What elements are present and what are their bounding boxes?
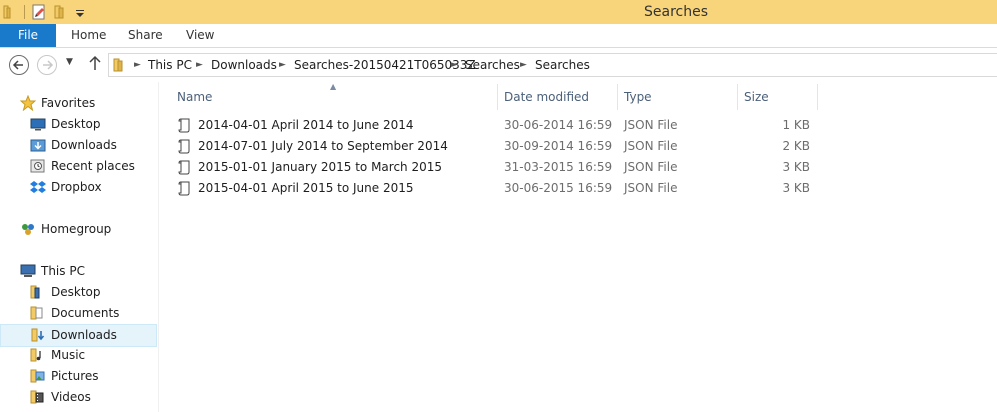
nav-favorites-downloads[interactable]: Downloads	[0, 135, 158, 156]
navigation-bar: ▼ ► This PC ► Downloads ► Searches-20150…	[0, 48, 997, 82]
nav-homegroup[interactable]: Homegroup	[0, 219, 158, 240]
file-row[interactable]: 2015-04-01 April 2015 to June 2015 30-06…	[170, 178, 820, 199]
nav-favorites-dropbox[interactable]: Dropbox	[0, 177, 158, 198]
breadcrumb-chevron-icon[interactable]: ►	[279, 54, 286, 76]
file-row[interactable]: 2014-07-01 July 2014 to September 2014 3…	[170, 136, 820, 157]
nav-favorites-recent-places[interactable]: Recent places	[0, 156, 158, 177]
breadcrumb-searches-current[interactable]: Searches	[535, 54, 590, 76]
tab-home[interactable]: Home	[71, 24, 106, 47]
breadcrumb-chevron-icon[interactable]: ►	[134, 54, 141, 76]
folder-icon	[30, 284, 46, 300]
file-type: JSON File	[624, 160, 678, 174]
nav-this-pc-videos[interactable]: Videos	[0, 387, 158, 408]
tab-file[interactable]: File	[0, 24, 56, 47]
star-icon	[19, 94, 37, 112]
column-date-modified[interactable]: Date modified	[504, 84, 589, 110]
breadcrumb-searches[interactable]: Searches	[465, 54, 520, 76]
videos-folder-icon	[30, 389, 46, 405]
file-date-modified: 30-06-2014 16:59	[504, 118, 613, 132]
nav-this-pc-documents[interactable]: Documents	[0, 303, 158, 324]
json-file-icon	[178, 159, 192, 175]
dropbox-icon	[30, 179, 46, 195]
column-headers: Name Date modified Type Size	[170, 84, 820, 110]
file-size: 3 KB	[782, 160, 810, 174]
column-type[interactable]: Type	[624, 84, 652, 110]
json-file-icon	[178, 180, 192, 196]
nav-favorites-desktop[interactable]: Desktop	[0, 114, 158, 135]
tab-share[interactable]: Share	[128, 24, 163, 47]
file-name: 2015-01-01 January 2015 to March 2015	[198, 160, 443, 174]
downloads-folder-icon	[31, 327, 47, 343]
nav-this-pc-pictures[interactable]: Pictures	[0, 366, 158, 387]
pictures-folder-icon	[30, 368, 46, 384]
title-bar: Searches	[0, 0, 997, 24]
navigation-pane: Favorites Desktop Downloads Recent place…	[0, 82, 159, 412]
tab-view[interactable]: View	[186, 24, 214, 47]
nav-favorites[interactable]: Favorites	[0, 93, 158, 114]
file-size: 2 KB	[782, 139, 810, 153]
nav-this-pc-music[interactable]: Music	[0, 345, 158, 366]
file-size: 3 KB	[782, 181, 810, 195]
file-type: JSON File	[624, 118, 678, 132]
column-size[interactable]: Size	[744, 84, 769, 110]
homegroup-icon	[20, 221, 36, 237]
column-divider[interactable]	[817, 84, 818, 110]
file-name: 2015-04-01 April 2015 to June 2015	[198, 181, 414, 195]
music-folder-icon	[30, 347, 46, 363]
column-divider[interactable]	[497, 84, 498, 110]
file-type: JSON File	[624, 181, 678, 195]
breadcrumb-chevron-icon[interactable]: ►	[451, 54, 458, 76]
downloads-icon	[30, 137, 46, 153]
desktop-icon	[30, 116, 46, 132]
column-divider[interactable]	[737, 84, 738, 110]
computer-icon	[20, 263, 36, 279]
json-file-icon	[178, 138, 192, 154]
breadcrumb-this-pc[interactable]: This PC	[148, 54, 192, 76]
documents-folder-icon	[30, 305, 46, 321]
file-row[interactable]: 2015-01-01 January 2015 to March 2015 31…	[170, 157, 820, 178]
file-date-modified: 30-06-2015 16:59	[504, 181, 613, 195]
breadcrumb-chevron-icon[interactable]: ►	[520, 54, 527, 76]
nav-this-pc[interactable]: This PC	[0, 261, 158, 282]
breadcrumb-chevron-icon[interactable]: ►	[196, 54, 203, 76]
file-name: 2014-04-01 April 2014 to June 2014	[198, 118, 414, 132]
nav-this-pc-desktop[interactable]: Desktop	[0, 282, 158, 303]
file-size: 1 KB	[782, 118, 810, 132]
ribbon-tabs: File Home Share View	[0, 24, 997, 48]
nav-this-pc-downloads[interactable]: Downloads	[0, 324, 157, 347]
column-divider[interactable]	[617, 84, 618, 110]
file-date-modified: 31-03-2015 16:59	[504, 160, 613, 174]
folder-icon	[113, 57, 129, 76]
file-name: 2014-07-01 July 2014 to September 2014	[198, 139, 448, 153]
json-file-icon	[178, 117, 192, 133]
file-date-modified: 30-09-2014 16:59	[504, 139, 613, 153]
breadcrumb-searches-archive[interactable]: Searches-20150421T065033Z	[294, 54, 476, 76]
file-type: JSON File	[624, 139, 678, 153]
recent-places-icon	[30, 158, 46, 174]
back-button[interactable]	[9, 55, 29, 75]
file-row[interactable]: 2014-04-01 April 2014 to June 2014 30-06…	[170, 115, 820, 136]
window-title: Searches	[643, 4, 708, 20]
forward-button[interactable]	[37, 55, 57, 75]
address-bar[interactable]: ► This PC ► Downloads ► Searches-2015042…	[108, 53, 997, 77]
breadcrumb-downloads[interactable]: Downloads	[211, 54, 277, 76]
up-arrow-icon[interactable]	[88, 54, 102, 76]
column-name[interactable]: Name	[177, 84, 212, 110]
recent-locations-chevron-icon[interactable]: ▼	[66, 57, 73, 67]
